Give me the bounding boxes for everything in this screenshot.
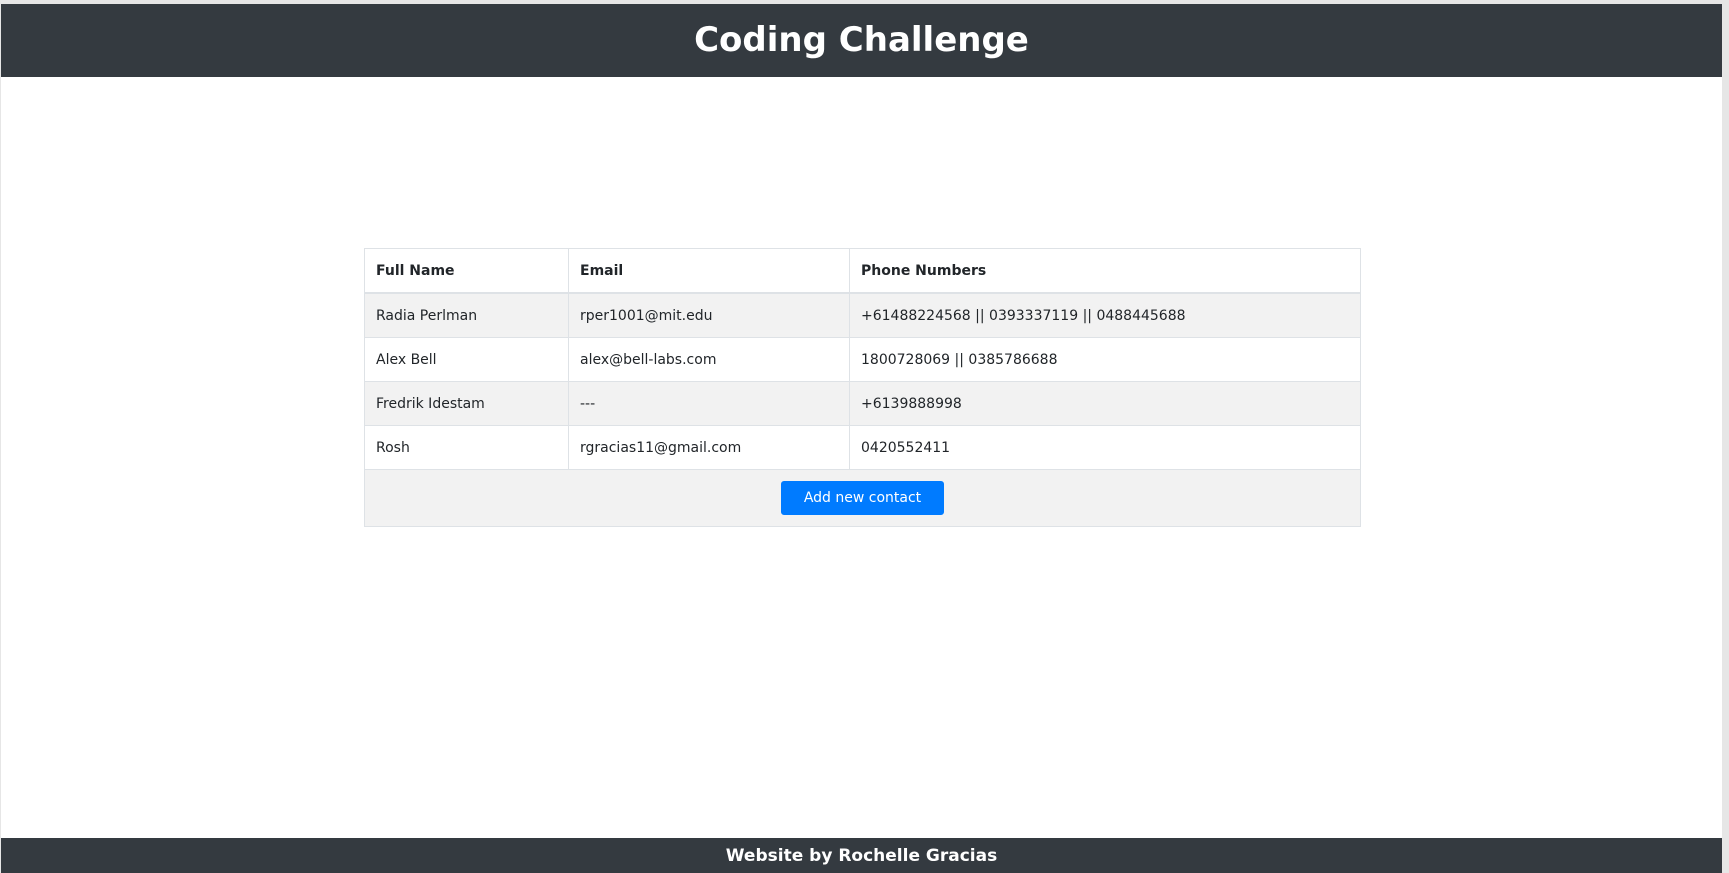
add-new-contact-button[interactable]: Add new contact: [780, 481, 945, 515]
column-header-full-name: Full Name: [364, 248, 569, 294]
cell-email: rper1001@mit.edu: [568, 292, 850, 338]
page: Coding Challenge Full Name Email Phone N…: [0, 0, 1729, 873]
page-footer: Website by Rochelle Gracias: [1, 838, 1722, 873]
cell-phone-numbers: +61488224568 || 0393337119 || 0488445688: [849, 292, 1361, 338]
cell-full-name: Fredrik Idestam: [364, 381, 569, 426]
contacts-table-container: Full Name Email Phone Numbers Radia Perl…: [364, 248, 1361, 527]
table-row: Rosh rgracias11@gmail.com 0420552411: [364, 425, 1361, 470]
cell-email: rgracias11@gmail.com: [568, 425, 850, 470]
cell-email: ---: [568, 381, 850, 426]
column-header-phone-numbers: Phone Numbers: [849, 248, 1361, 294]
page-title: Coding Challenge: [694, 19, 1029, 60]
footer-credit: Website by Rochelle Gracias: [725, 845, 998, 866]
table-row: Radia Perlman rper1001@mit.edu +61488224…: [364, 292, 1361, 338]
cell-full-name: Alex Bell: [364, 337, 569, 382]
cell-email: alex@bell-labs.com: [568, 337, 850, 382]
cell-full-name: Rosh: [364, 425, 569, 470]
table-row: Fredrik Idestam --- +6139888998: [364, 381, 1361, 426]
app-frame: Coding Challenge Full Name Email Phone N…: [1, 4, 1722, 873]
table-header-row: Full Name Email Phone Numbers: [364, 248, 1361, 294]
action-cell: Add new contact: [364, 469, 1361, 527]
cell-phone-numbers: 1800728069 || 0385786688: [849, 337, 1361, 382]
cell-phone-numbers: 0420552411: [849, 425, 1361, 470]
column-header-email: Email: [568, 248, 850, 294]
cell-phone-numbers: +6139888998: [849, 381, 1361, 426]
table-action-row: Add new contact: [364, 469, 1361, 527]
page-header: Coding Challenge: [1, 4, 1722, 77]
contacts-table: Full Name Email Phone Numbers Radia Perl…: [364, 248, 1361, 527]
cell-full-name: Radia Perlman: [364, 292, 569, 338]
table-row: Alex Bell alex@bell-labs.com 1800728069 …: [364, 337, 1361, 382]
